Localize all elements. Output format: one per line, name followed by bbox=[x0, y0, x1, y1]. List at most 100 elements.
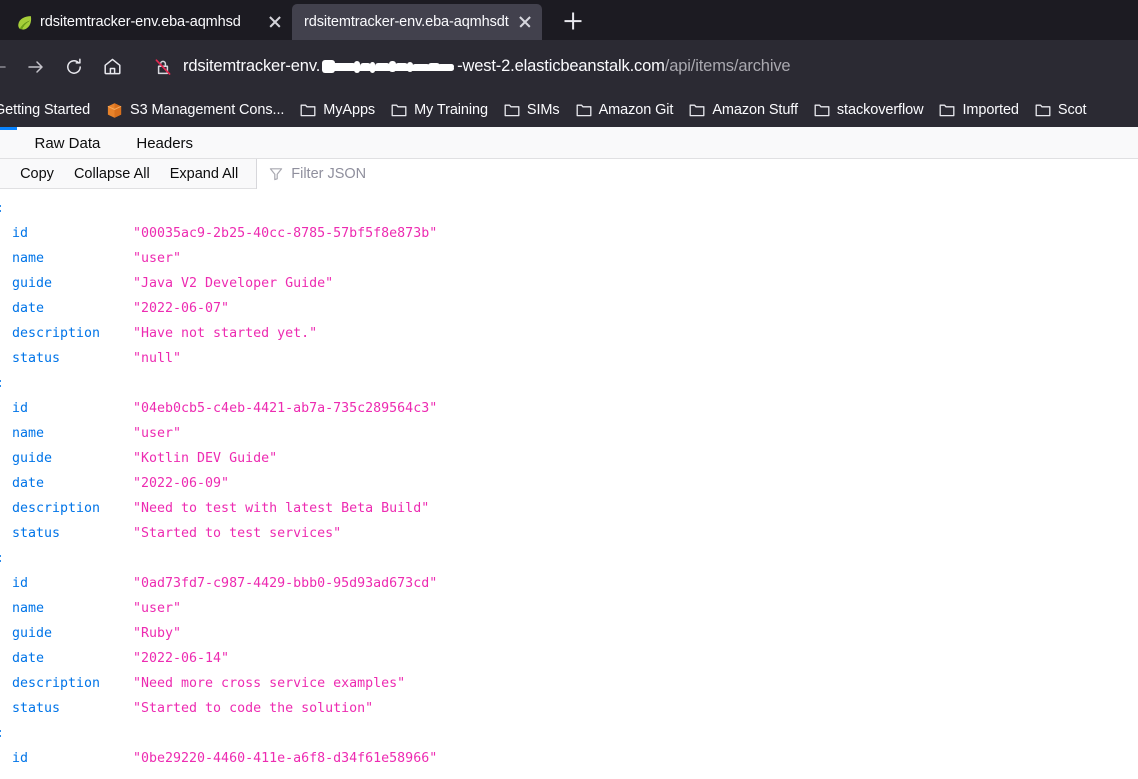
json-key: name bbox=[12, 601, 45, 616]
json-key: id bbox=[12, 226, 29, 241]
home-button[interactable] bbox=[94, 49, 130, 85]
json-row: guide "Ruby" bbox=[0, 621, 1138, 646]
json-viewer-tabs: ON Raw Data Headers bbox=[0, 127, 1138, 159]
filter-json-input[interactable]: Filter JSON bbox=[256, 158, 1138, 189]
tab-title: rdsitemtracker-env.eba-aqmhsdtk.us bbox=[304, 14, 509, 30]
json-key: guide bbox=[12, 626, 53, 641]
folder-icon bbox=[814, 104, 830, 117]
bookmark-getting-started[interactable]: Getting Started bbox=[0, 98, 98, 122]
url-bar[interactable]: rdsitemtracker-env. -west-2.elasticbeans… bbox=[143, 49, 1130, 84]
json-content-pane[interactable]: : id "00035ac9-2b25-40cc-8785-57bf5f8e873… bbox=[0, 189, 1138, 777]
tab-strip: rdsitemtracker-env.eba-aqmhsd rdsitemtra… bbox=[0, 0, 1138, 40]
copy-button[interactable]: Copy bbox=[10, 166, 64, 182]
json-row: name "user" bbox=[0, 246, 1138, 271]
folder-icon bbox=[1035, 104, 1051, 117]
json-value: "2022-06-07" bbox=[133, 301, 230, 316]
json-value: "2022-06-09" bbox=[133, 476, 230, 491]
json-row: description "Need to test with latest Bet… bbox=[0, 496, 1138, 521]
json-key: description bbox=[12, 326, 101, 341]
tab-headers[interactable]: Headers bbox=[118, 127, 211, 158]
bookmark-scot[interactable]: Scot bbox=[1027, 98, 1095, 122]
forward-button[interactable] bbox=[18, 49, 54, 85]
json-value: "Java V2 Developer Guide" bbox=[133, 276, 334, 291]
filter-placeholder: Filter JSON bbox=[291, 165, 367, 182]
json-row: name"user" bbox=[0, 771, 1138, 777]
browser-tab-2[interactable]: rdsitemtracker-env.eba-aqmhsdtk.us bbox=[292, 4, 542, 40]
json-row: description "Have not started yet." bbox=[0, 321, 1138, 346]
json-row: id "00035ac9-2b25-40cc-8785-57bf5f8e873b" bbox=[0, 221, 1138, 246]
array-index-separator: : bbox=[0, 196, 1138, 221]
json-row: date "2022-06-14" bbox=[0, 646, 1138, 671]
bookmark-label: Getting Started bbox=[0, 102, 91, 118]
bookmark-sims[interactable]: SIMs bbox=[496, 98, 568, 122]
expand-all-button[interactable]: Expand All bbox=[160, 166, 249, 182]
array-index-separator: : bbox=[0, 546, 1138, 571]
json-key: name bbox=[12, 426, 45, 441]
leaf-icon bbox=[18, 15, 32, 30]
json-key: status bbox=[12, 701, 61, 716]
tab-json[interactable]: ON bbox=[0, 127, 17, 158]
json-key: name bbox=[12, 251, 45, 266]
url-path: /api/items/archive bbox=[664, 57, 791, 75]
json-key: date bbox=[12, 476, 45, 491]
json-key: id bbox=[12, 751, 29, 766]
navigation-toolbar: rdsitemtracker-env. -west-2.elasticbeans… bbox=[0, 40, 1138, 93]
json-row: date "2022-06-07" bbox=[0, 296, 1138, 321]
json-row: name"user" bbox=[0, 421, 1138, 446]
bookmark-s3-management-console[interactable]: S3 Management Cons... bbox=[98, 98, 292, 123]
tab-title: rdsitemtracker-env.eba-aqmhsd bbox=[40, 14, 241, 30]
json-value: "0ad73fd7-c987-4429-bbb0-95d93ad673cd" bbox=[133, 576, 438, 591]
json-row: id "04eb0cb5-c4eb-4421-ab7a-735c289564c3" bbox=[0, 396, 1138, 421]
filter-icon bbox=[270, 167, 283, 180]
url-prefix: rdsitemtracker-env. bbox=[183, 57, 321, 75]
bookmark-amazon-git[interactable]: Amazon Git bbox=[568, 98, 682, 122]
back-button[interactable] bbox=[0, 49, 16, 85]
lock-crossed-out-icon[interactable] bbox=[153, 57, 173, 77]
bookmark-stackoverflow[interactable]: stackoverflow bbox=[806, 98, 932, 122]
bookmark-label: MyApps bbox=[323, 102, 376, 118]
json-value: "Kotlin DEV Guide" bbox=[133, 451, 278, 466]
reload-button[interactable] bbox=[56, 49, 92, 85]
s3-icon bbox=[107, 102, 122, 118]
json-key: guide bbox=[12, 276, 53, 291]
bookmark-label: My Training bbox=[414, 102, 488, 118]
json-value: "Ruby" bbox=[133, 626, 182, 641]
bookmark-label: Amazon Stuff bbox=[712, 102, 798, 118]
json-value: "user" bbox=[133, 251, 182, 266]
json-value: "04eb0cb5-c4eb-4421-ab7a-735c289564c3" bbox=[133, 401, 438, 416]
json-key: id bbox=[12, 576, 29, 591]
json-value: "null" bbox=[133, 351, 182, 366]
json-key: date bbox=[12, 301, 45, 316]
folder-icon bbox=[300, 104, 316, 117]
close-icon[interactable] bbox=[266, 13, 284, 31]
json-row: description "Need more cross service exam… bbox=[0, 671, 1138, 696]
close-icon[interactable] bbox=[516, 13, 534, 31]
folder-icon bbox=[504, 104, 520, 117]
browser-tab-1[interactable]: rdsitemtracker-env.eba-aqmhsd bbox=[4, 4, 292, 40]
new-tab-button[interactable] bbox=[556, 4, 590, 38]
json-key: date bbox=[12, 651, 45, 666]
tab-label: Headers bbox=[136, 135, 194, 152]
array-index-separator: : bbox=[0, 371, 1138, 396]
arrow-right-icon bbox=[28, 60, 43, 73]
bookmark-my-training[interactable]: My Training bbox=[383, 98, 496, 122]
json-value: "Need more cross service examples" bbox=[133, 676, 406, 691]
json-row: date "2022-06-09" bbox=[0, 471, 1138, 496]
folder-icon bbox=[391, 104, 407, 117]
bookmark-imported[interactable]: Imported bbox=[931, 98, 1026, 122]
arrow-left-icon bbox=[0, 65, 6, 68]
tab-raw-data[interactable]: Raw Data bbox=[17, 127, 119, 158]
folder-icon bbox=[940, 104, 955, 117]
bookmark-amazon-stuff[interactable]: Amazon Stuff bbox=[681, 98, 806, 122]
save-button[interactable]: e bbox=[0, 166, 10, 182]
json-value: "user" bbox=[133, 771, 181, 777]
json-value: "Need to test with latest Beta Build" bbox=[133, 501, 430, 516]
tab-label: Raw Data bbox=[34, 135, 101, 152]
bookmark-myapps[interactable]: MyApps bbox=[292, 98, 383, 122]
collapse-all-button[interactable]: Collapse All bbox=[64, 166, 160, 182]
json-row: guide "Java V2 Developer Guide" bbox=[0, 271, 1138, 296]
redaction-mark bbox=[320, 57, 457, 77]
json-row: name"user" bbox=[0, 596, 1138, 621]
bookmark-label: SIMs bbox=[526, 102, 560, 118]
json-row: id "0ad73fd7-c987-4429-bbb0-95d93ad673cd" bbox=[0, 571, 1138, 596]
